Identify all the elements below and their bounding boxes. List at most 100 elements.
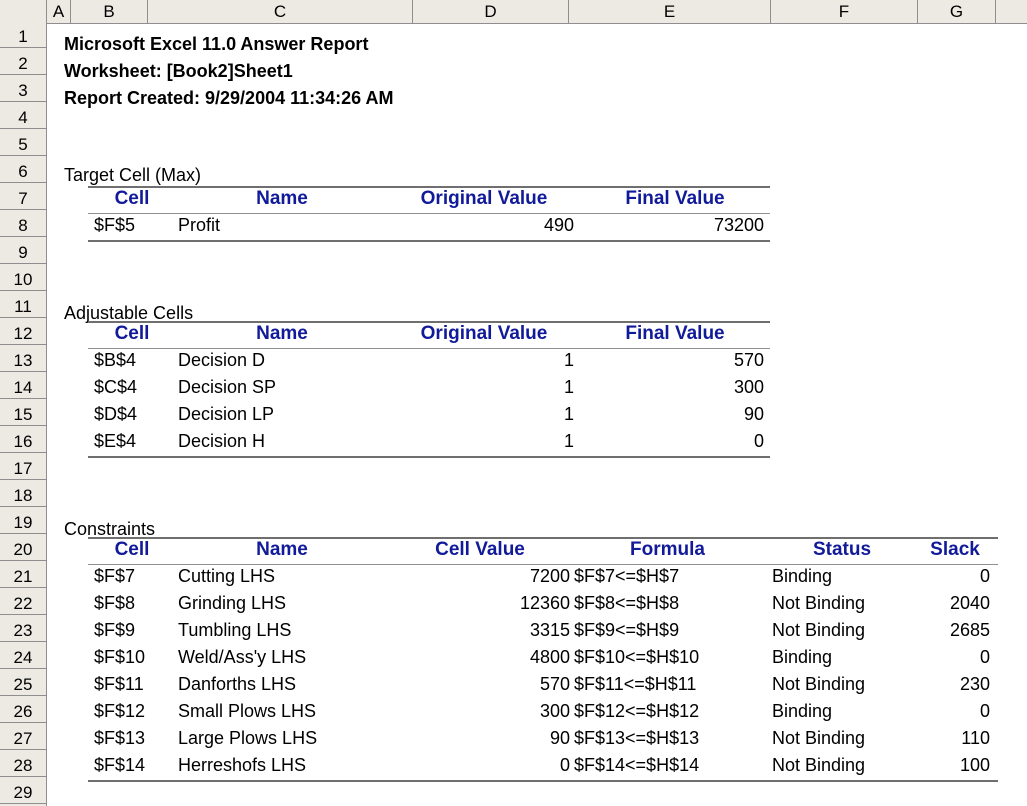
row-header[interactable]: 3: [0, 79, 46, 102]
header-cell: Cell: [114, 188, 150, 209]
table-cell-formula: $F$14<=$H$14: [574, 755, 700, 775]
row-header[interactable]: 4: [0, 106, 46, 129]
row-header[interactable]: 15: [0, 403, 46, 426]
row-header[interactable]: 22: [0, 592, 46, 615]
row-header[interactable]: 2: [0, 52, 46, 75]
table-rule: [88, 240, 770, 242]
table-cell-formula: $F$9<=$H$9: [574, 620, 680, 640]
table-cell-formula: $F$10<=$H$10: [574, 647, 700, 667]
table-cell-value: 570: [539, 674, 570, 694]
table-cell-ref: $D$4: [94, 404, 138, 424]
table-cell-slack: 0: [979, 566, 990, 586]
column-header-f[interactable]: F: [771, 0, 918, 23]
table-cell-ref: $F$12: [94, 701, 146, 721]
table-cell-slack: 100: [959, 755, 990, 775]
table-cell-formula: $F$7<=$H$7: [574, 566, 680, 586]
row-header[interactable]: 14: [0, 376, 46, 399]
table-cell-slack: 110: [961, 728, 990, 748]
table-cell-name: Small Plows LHS: [178, 701, 317, 721]
header-original-value: Original Value: [420, 188, 548, 209]
table-cell-final: 90: [743, 404, 764, 424]
table-cell-slack: 0: [979, 647, 990, 667]
table-cell-slack: 230: [959, 674, 990, 694]
row-header[interactable]: 23: [0, 619, 46, 642]
row-header[interactable]: 11: [0, 295, 46, 318]
column-header-d[interactable]: D: [413, 0, 569, 23]
table-cell-slack: 2040: [949, 593, 990, 613]
table-cell-final: 300: [733, 377, 764, 397]
table-cell-ref: $F$14: [94, 755, 146, 775]
table-cell-name: Weld/Ass'y LHS: [178, 647, 307, 667]
table-cell-name: Profit: [178, 215, 221, 235]
row-header[interactable]: 10: [0, 268, 46, 291]
header-slack: Slack: [930, 539, 980, 560]
table-cell-status: Not Binding: [772, 728, 866, 748]
table-rule: [88, 321, 770, 323]
row-header[interactable]: 26: [0, 700, 46, 723]
row-header-bar: 1 2 3 4 5 6 7 8 9 10 11 12 13 14 15 16 17 18 19 20 21 22 23 24 2…: [0, 23, 47, 806]
header-final-value: Final Value: [625, 188, 725, 209]
table-cell-status: Not Binding: [772, 593, 866, 613]
header-cell-value: Cell Value: [435, 539, 525, 560]
table-cell-name: Large Plows LHS: [178, 728, 318, 748]
table-cell-value: 300: [539, 701, 570, 721]
table-cell-value: 12360: [519, 593, 570, 613]
report-title: Microsoft Excel 11.0 Answer Report: [64, 34, 369, 54]
table-cell-name: Decision LP: [178, 404, 275, 424]
row-header[interactable]: 9: [0, 241, 46, 264]
table-cell-ref: $F$10: [94, 647, 146, 667]
table-cell-status: Binding: [772, 647, 833, 667]
table-cell-formula: $F$8<=$H$8: [574, 593, 680, 613]
row-header[interactable]: 29: [0, 781, 46, 804]
header-final-value: Final Value: [625, 323, 725, 344]
table-cell-value: 4800: [529, 647, 570, 667]
table-cell-name: Decision D: [178, 350, 266, 370]
column-header-g[interactable]: G: [918, 0, 996, 23]
table-cell-ref: $F$11: [94, 674, 144, 694]
table-cell-slack: 2685: [949, 620, 990, 640]
table-cell-ref: $E$4: [94, 431, 137, 451]
table-cell-value: 3315: [529, 620, 570, 640]
select-all-corner[interactable]: [0, 0, 47, 23]
column-header-e[interactable]: E: [569, 0, 771, 23]
row-header[interactable]: 5: [0, 133, 46, 156]
table-cell-status: Binding: [772, 701, 833, 721]
header-status: Status: [812, 539, 872, 560]
row-header[interactable]: 6: [0, 160, 46, 183]
table-cell-name: Decision H: [178, 431, 266, 451]
table-cell-status: Not Binding: [772, 620, 866, 640]
table-cell-name: Danforths LHS: [178, 674, 297, 694]
table-cell-ref: $F$5: [94, 215, 136, 235]
table-rule: [88, 780, 998, 782]
header-name: Name: [256, 323, 308, 344]
column-header-b[interactable]: B: [71, 0, 148, 23]
table-cell-final: 0: [753, 431, 764, 451]
table-cell-final: 570: [733, 350, 764, 370]
row-header[interactable]: 24: [0, 646, 46, 669]
row-header[interactable]: 28: [0, 754, 46, 777]
row-header[interactable]: 27: [0, 727, 46, 750]
table-cell-ref: $F$8: [94, 593, 136, 613]
row-header[interactable]: 1: [0, 25, 46, 48]
row-header[interactable]: 20: [0, 538, 46, 561]
table-cell-slack: 0: [979, 701, 990, 721]
row-header[interactable]: 21: [0, 565, 46, 588]
header-cell: Cell: [114, 539, 150, 560]
row-header[interactable]: 12: [0, 322, 46, 345]
table-rule: [88, 456, 770, 458]
column-header-c[interactable]: C: [148, 0, 413, 23]
row-header[interactable]: 13: [0, 349, 46, 372]
report-created: Report Created: 9/29/2004 11:34:26 AM: [64, 88, 394, 108]
row-header[interactable]: 18: [0, 484, 46, 507]
row-header[interactable]: 16: [0, 430, 46, 453]
row-header[interactable]: 7: [0, 187, 46, 210]
row-header[interactable]: 25: [0, 673, 46, 696]
row-header[interactable]: 8: [0, 214, 46, 237]
table-cell-ref: $C$4: [94, 377, 138, 397]
header-cell: Cell: [114, 323, 150, 344]
table-cell-value: 0: [559, 755, 570, 775]
column-header-a[interactable]: A: [47, 0, 71, 23]
row-header[interactable]: 19: [0, 511, 46, 534]
row-header[interactable]: 17: [0, 457, 46, 480]
table-cell-name: Grinding LHS: [178, 593, 287, 613]
